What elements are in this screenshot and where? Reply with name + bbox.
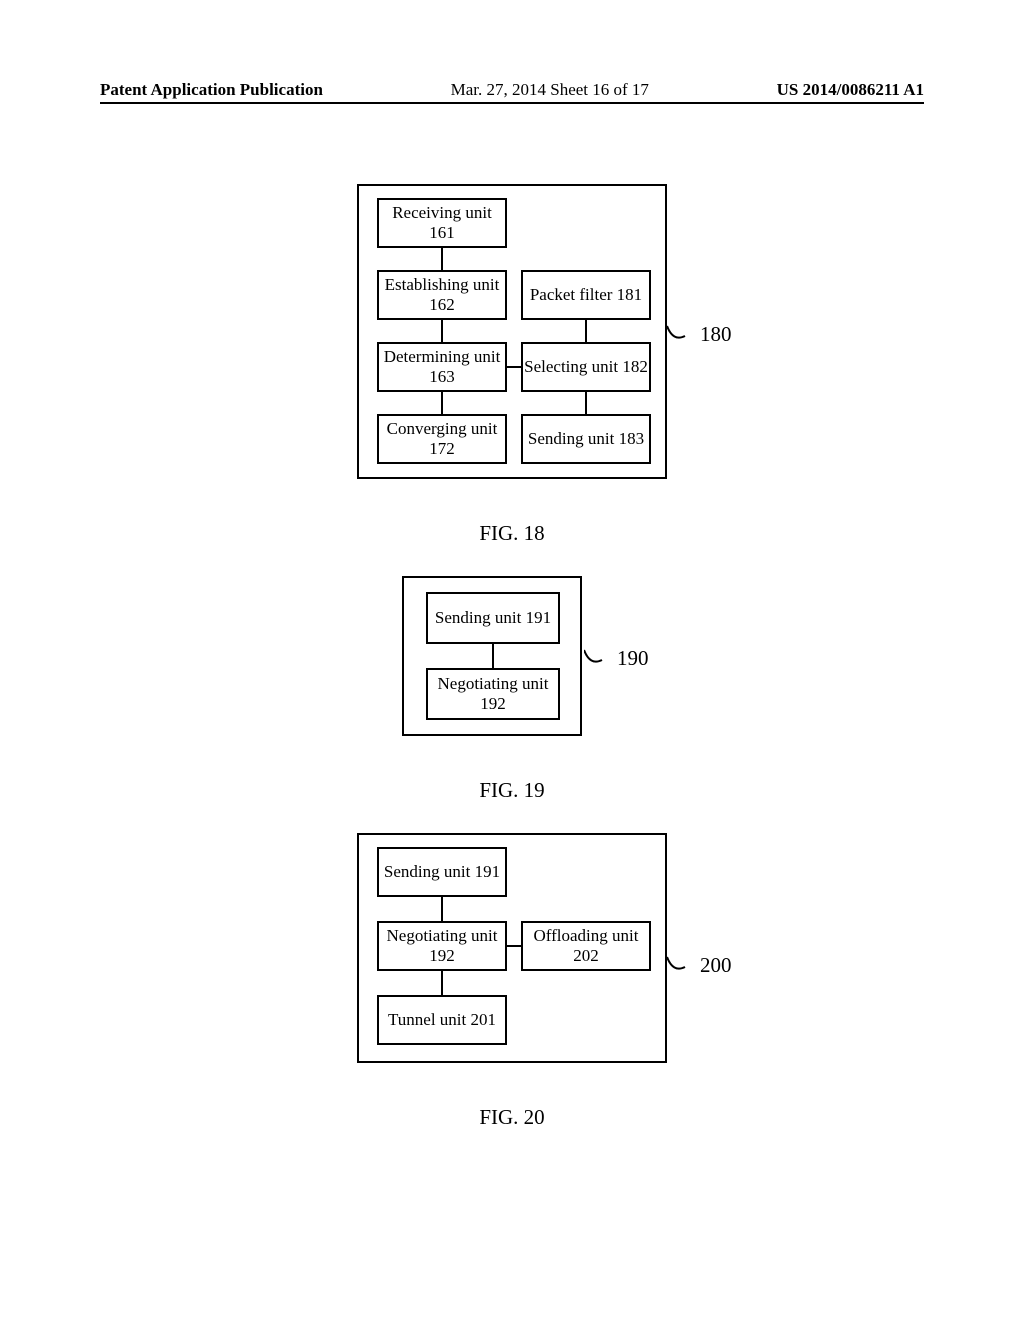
fig20-leader: [667, 953, 697, 977]
offloading-unit-label: Offloading unit 202: [523, 926, 649, 965]
conn-sel-send: [585, 392, 587, 414]
establishing-unit-box: Establishing unit 162: [377, 270, 507, 320]
negotiating-unit-label-20: Negotiating unit 192: [379, 926, 505, 965]
figure-19: Sending unit 191 Negotiating unit 192 19…: [352, 576, 672, 736]
fig18-leader: [667, 322, 697, 346]
determining-unit-label: Determining unit 163: [379, 347, 505, 386]
converging-unit-box: Converging unit 172: [377, 414, 507, 464]
conn-pkt-sel: [585, 320, 587, 342]
fig18-outer-box: Receiving unit 161 Establishing unit 162…: [357, 184, 667, 479]
conn-est-det: [441, 320, 443, 342]
conn-det-sel: [507, 366, 521, 368]
fig19-ref-label: 190: [617, 646, 649, 671]
selecting-unit-label: Selecting unit 182: [524, 357, 648, 377]
fig19-leader: [584, 646, 614, 670]
fig18-caption: FIG. 18: [479, 521, 544, 546]
fig19-outer-box: Sending unit 191 Negotiating unit 192: [402, 576, 582, 736]
packet-filter-label: Packet filter 181: [530, 285, 642, 305]
sending-unit-label-18: Sending unit 183: [528, 429, 644, 449]
figure-18: Receiving unit 161 Establishing unit 162…: [302, 184, 722, 479]
header-pub-number: US 2014/0086211 A1: [777, 80, 924, 100]
fig19-caption: FIG. 19: [479, 778, 544, 803]
sending-unit-box-19: Sending unit 191: [426, 592, 560, 644]
fig20-outer-box: Sending unit 191 Negotiating unit 192 Tu…: [357, 833, 667, 1063]
conn-recv-est: [441, 248, 443, 270]
receiving-unit-box: Receiving unit 161: [377, 198, 507, 248]
conn-neg-tunnel: [441, 971, 443, 995]
conn-neg-offload: [507, 945, 521, 947]
fig20-ref-label: 200: [700, 953, 732, 978]
negotiating-unit-box-19: Negotiating unit 192: [426, 668, 560, 720]
establishing-unit-label: Establishing unit 162: [379, 275, 505, 314]
tunnel-unit-label: Tunnel unit 201: [388, 1010, 496, 1030]
tunnel-unit-box: Tunnel unit 201: [377, 995, 507, 1045]
figure-area: Receiving unit 161 Establishing unit 162…: [100, 184, 924, 1130]
determining-unit-box: Determining unit 163: [377, 342, 507, 392]
page-header: Patent Application Publication Mar. 27, …: [100, 80, 924, 104]
conn-det-conv: [441, 392, 443, 414]
conn-send-neg-20: [441, 897, 443, 921]
negotiating-unit-label-19: Negotiating unit 192: [428, 674, 558, 713]
header-publication: Patent Application Publication: [100, 80, 323, 100]
fig20-caption: FIG. 20: [479, 1105, 544, 1130]
converging-unit-label: Converging unit 172: [379, 419, 505, 458]
sending-unit-label-19: Sending unit 191: [435, 608, 551, 628]
conn-send-neg-19: [492, 644, 494, 668]
sending-unit-box-20: Sending unit 191: [377, 847, 507, 897]
negotiating-unit-box-20: Negotiating unit 192: [377, 921, 507, 971]
receiving-unit-label: Receiving unit 161: [379, 203, 505, 242]
sending-unit-box-18: Sending unit 183: [521, 414, 651, 464]
selecting-unit-box: Selecting unit 182: [521, 342, 651, 392]
figure-20: Sending unit 191 Negotiating unit 192 Tu…: [302, 833, 722, 1063]
page: Patent Application Publication Mar. 27, …: [0, 0, 1024, 1320]
offloading-unit-box: Offloading unit 202: [521, 921, 651, 971]
fig18-ref-label: 180: [700, 322, 732, 347]
sending-unit-label-20: Sending unit 191: [384, 862, 500, 882]
packet-filter-box: Packet filter 181: [521, 270, 651, 320]
header-sheet-info: Mar. 27, 2014 Sheet 16 of 17: [451, 80, 649, 100]
